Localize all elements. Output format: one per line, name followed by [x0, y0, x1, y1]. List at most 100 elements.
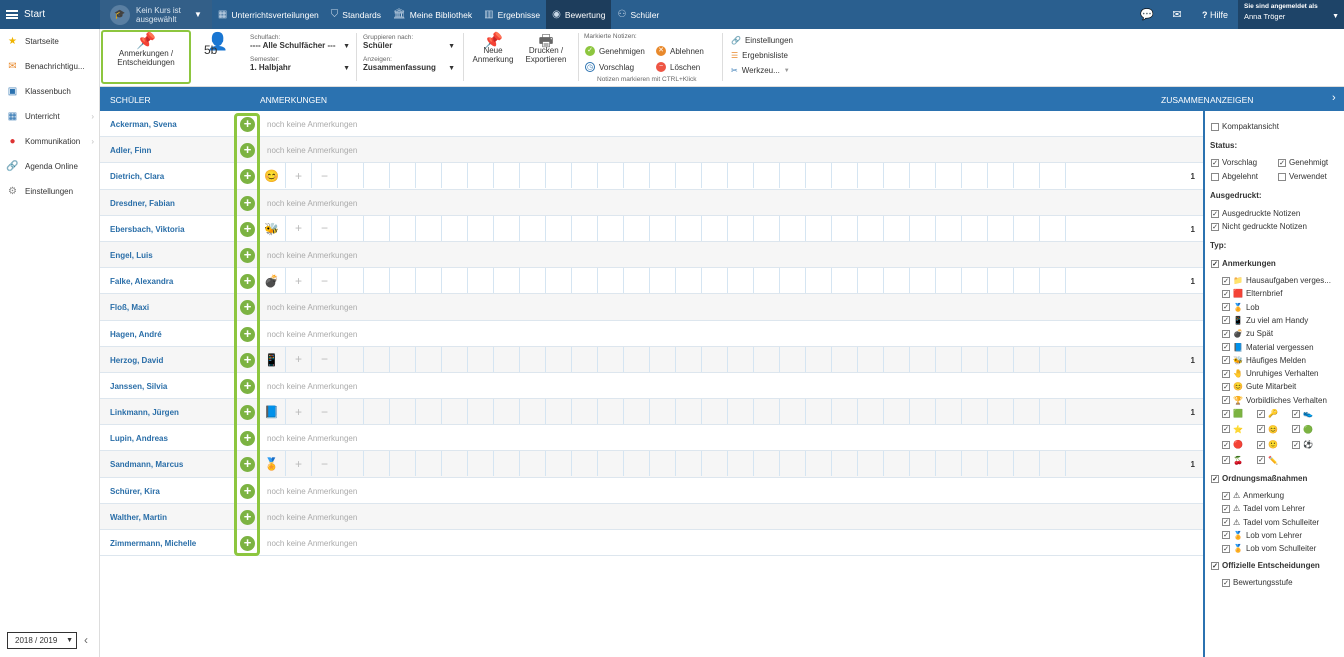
note-type-checkbox[interactable]: ✓ 🏅 Lob: [1222, 303, 1259, 312]
note-cell[interactable]: [909, 163, 935, 189]
note-type-checkbox[interactable]: ✓ ⚽: [1292, 440, 1313, 449]
note-cell[interactable]: [623, 163, 649, 189]
discipline-type-checkbox[interactable]: ✓ 🏅 Lob vom Schulleiter: [1222, 544, 1316, 553]
reject-button[interactable]: ✕ Ablehnen: [656, 46, 704, 56]
not-printed-checkbox[interactable]: ✓ Nicht gedruckte Notizen: [1211, 222, 1307, 231]
note-cell[interactable]: [519, 451, 545, 477]
status-rejected-checkbox[interactable]: Abgelehnt: [1211, 172, 1258, 181]
note-cell[interactable]: [441, 163, 467, 189]
note-cell[interactable]: [701, 346, 727, 372]
note-cell[interactable]: [701, 215, 727, 241]
status-approved-checkbox[interactable]: ✓ Genehmigt: [1278, 158, 1328, 167]
note-cell[interactable]: [805, 268, 831, 294]
note-cell[interactable]: [831, 268, 857, 294]
student-name[interactable]: Lupin, Andreas: [110, 434, 168, 443]
note-cell[interactable]: [779, 215, 805, 241]
note-cell[interactable]: [779, 451, 805, 477]
note-cell[interactable]: +: [285, 268, 311, 294]
note-cell[interactable]: −: [311, 215, 337, 241]
note-cell[interactable]: [1065, 346, 1091, 372]
student-name[interactable]: Hagen, André: [110, 330, 162, 339]
note-cell[interactable]: [961, 268, 987, 294]
sidebar-item-benachrichtigungen[interactable]: ✉ Benachrichtigu...: [0, 54, 99, 79]
student-name[interactable]: Ebersbach, Viktoria: [110, 225, 185, 234]
note-cell[interactable]: [1013, 346, 1039, 372]
note-cell[interactable]: [467, 399, 493, 425]
student-name[interactable]: Herzog, David: [110, 356, 163, 365]
note-cell[interactable]: [883, 399, 909, 425]
nav-bewertung[interactable]: ◉ Bewertung: [546, 0, 612, 29]
note-cell[interactable]: [467, 346, 493, 372]
note-type-checkbox[interactable]: ✓ 😊 Gute Mitarbeit: [1222, 382, 1296, 391]
note-cell[interactable]: [623, 399, 649, 425]
note-cell[interactable]: [597, 346, 623, 372]
note-cell[interactable]: [909, 268, 935, 294]
note-cell[interactable]: [467, 215, 493, 241]
note-cell[interactable]: [1065, 399, 1091, 425]
nav-schueler[interactable]: ⚇ Schüler: [611, 0, 665, 29]
note-cell[interactable]: [727, 399, 753, 425]
note-type-checkbox[interactable]: ✓ ✏️: [1257, 456, 1278, 465]
note-cell[interactable]: [779, 163, 805, 189]
note-cell[interactable]: [883, 215, 909, 241]
note-cell[interactable]: [649, 399, 675, 425]
note-cell[interactable]: [1039, 163, 1065, 189]
student-name[interactable]: Dietrich, Clara: [110, 172, 164, 181]
note-cell[interactable]: [701, 268, 727, 294]
semester-dropdown[interactable]: Semester: 1. Halbjahr ▼: [250, 56, 350, 72]
note-cell[interactable]: [805, 215, 831, 241]
nav-ergebnisse[interactable]: ▥ Ergebnisse: [478, 0, 546, 29]
mail-icon[interactable]: ✉: [1162, 8, 1192, 21]
note-cell[interactable]: [987, 451, 1013, 477]
note-cell[interactable]: [441, 346, 467, 372]
note-type-checkbox[interactable]: ✓ 🟩: [1222, 409, 1243, 418]
discipline-type-checkbox[interactable]: ✓ 🏅 Lob vom Lehrer: [1222, 531, 1302, 540]
student-name[interactable]: Janssen, Silvia: [110, 382, 167, 391]
note-cell[interactable]: [1039, 399, 1065, 425]
note-cell[interactable]: [857, 215, 883, 241]
note-type-checkbox[interactable]: ✓ 💣 zu Spät: [1222, 329, 1273, 338]
note-type-checkbox[interactable]: ✓ 😊: [1257, 425, 1278, 434]
note-cell[interactable]: [805, 163, 831, 189]
note-cell[interactable]: [623, 451, 649, 477]
note-cell[interactable]: [337, 163, 363, 189]
note-type-checkbox[interactable]: ✓ 👟: [1292, 409, 1313, 418]
note-cell[interactable]: [337, 215, 363, 241]
note-cell[interactable]: [857, 451, 883, 477]
note-cell[interactable]: [701, 163, 727, 189]
note-cell[interactable]: −: [311, 399, 337, 425]
note-cell[interactable]: [987, 268, 1013, 294]
note-cell[interactable]: [441, 451, 467, 477]
note-cell[interactable]: [623, 346, 649, 372]
note-cell[interactable]: [389, 399, 415, 425]
note-cell[interactable]: [545, 268, 571, 294]
note-cell[interactable]: [389, 163, 415, 189]
note-cell[interactable]: [779, 399, 805, 425]
discipline-type-checkbox[interactable]: ✓ ⚠ Anmerkung: [1222, 491, 1284, 500]
note-cell[interactable]: −: [311, 163, 337, 189]
note-type-checkbox[interactable]: ✓ 🙂: [1257, 440, 1278, 449]
note-cell[interactable]: [831, 451, 857, 477]
note-cell[interactable]: [961, 451, 987, 477]
note-cell[interactable]: [883, 346, 909, 372]
note-cell[interactable]: [519, 163, 545, 189]
nav-unterrichtsverteilungen[interactable]: ▦ Unterrichtsverteilungen: [212, 0, 325, 29]
note-cell[interactable]: [1013, 451, 1039, 477]
approve-button[interactable]: ✓ Genehmigen: [585, 46, 645, 56]
note-cell[interactable]: [1013, 215, 1039, 241]
note-cell[interactable]: [961, 215, 987, 241]
note-cell[interactable]: [779, 268, 805, 294]
note-type-icon[interactable]: 🏅: [264, 457, 279, 471]
note-cell[interactable]: [727, 268, 753, 294]
discipline-type-checkbox[interactable]: ✓ ⚠ Tadel vom Lehrer: [1222, 504, 1305, 513]
note-cell[interactable]: [337, 451, 363, 477]
note-cell[interactable]: [493, 346, 519, 372]
note-cell[interactable]: [545, 163, 571, 189]
note-cell[interactable]: [987, 399, 1013, 425]
note-cell[interactable]: [493, 163, 519, 189]
note-type-checkbox[interactable]: ✓ 📱 Zu viel am Handy: [1222, 316, 1308, 325]
note-cell[interactable]: [441, 268, 467, 294]
status-used-checkbox[interactable]: Verwendet: [1278, 172, 1327, 181]
note-cell[interactable]: [597, 268, 623, 294]
note-cell[interactable]: [961, 346, 987, 372]
